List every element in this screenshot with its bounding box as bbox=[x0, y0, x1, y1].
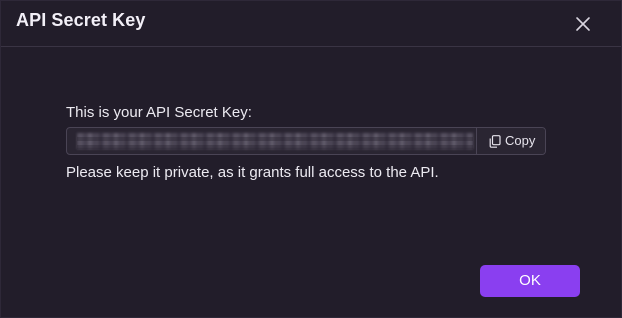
dialog-header: API Secret Key bbox=[1, 1, 621, 47]
close-icon bbox=[576, 17, 590, 31]
privacy-note: Please keep it private, as it grants ful… bbox=[66, 164, 439, 181]
ok-button-label: OK bbox=[519, 272, 541, 289]
copy-button[interactable]: Copy bbox=[476, 128, 545, 154]
intro-text: This is your API Secret Key: bbox=[66, 104, 252, 121]
api-secret-key-dialog: API Secret Key This is your API Secret K… bbox=[0, 0, 622, 318]
copy-icon bbox=[489, 135, 501, 148]
key-mask-overlay bbox=[77, 133, 473, 149]
ok-button[interactable]: OK bbox=[480, 265, 580, 297]
close-button[interactable] bbox=[574, 15, 592, 33]
dialog-title: API Secret Key bbox=[16, 10, 146, 30]
secret-key-field[interactable]: Copy bbox=[66, 127, 546, 155]
copy-button-label: Copy bbox=[505, 133, 536, 148]
